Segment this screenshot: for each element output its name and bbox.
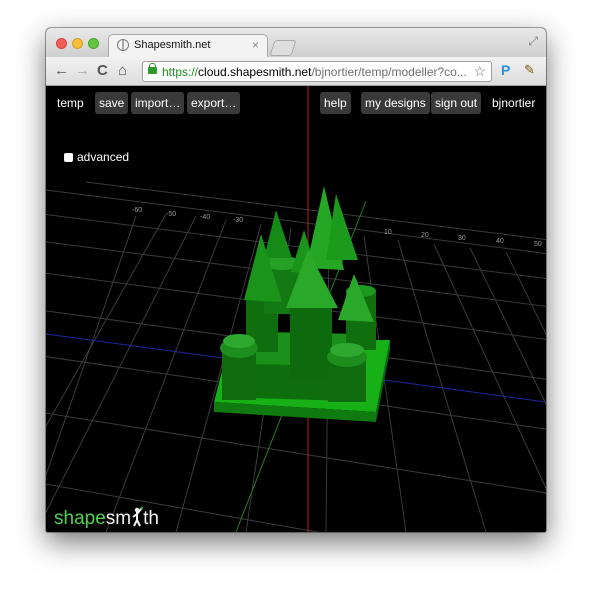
home-icon[interactable]: ⌂ — [118, 62, 127, 79]
lock-icon — [148, 63, 157, 74]
tower-main — [290, 308, 332, 380]
browser-window: Shapesmith.net × ⤢ ← → C ⌂ https://cloud… — [46, 28, 546, 532]
address-bar[interactable]: https://cloud.shapesmith.net/bjnortier/t… — [142, 61, 492, 82]
help-button[interactable]: help — [320, 92, 351, 114]
bookmark-star-icon[interactable]: ☆ — [473, 63, 486, 80]
tick-label: 50 — [534, 241, 542, 248]
zoom-window-button[interactable] — [88, 38, 99, 49]
back-icon[interactable]: ← — [54, 62, 69, 79]
advanced-checkbox[interactable] — [64, 153, 73, 162]
logo-text-sm: sm — [105, 508, 132, 529]
tick-label: -60 — [132, 207, 142, 214]
design-name: temp — [57, 96, 84, 110]
tick-label: -50 — [166, 211, 176, 218]
advanced-label: advanced — [77, 150, 130, 164]
tick-label: 40 — [496, 238, 504, 245]
modeller-viewport[interactable]: -60 -50 -40 -30 10 20 30 40 50 temp save… — [46, 86, 546, 532]
close-window-button[interactable] — [56, 38, 67, 49]
wrench-icon[interactable]: ✎ — [524, 62, 535, 78]
shapesmith-logo: shapesm th — [54, 507, 159, 530]
tab-strip: Shapesmith.net × ⤢ — [46, 28, 546, 57]
logo-text-shape: shape — [54, 508, 106, 529]
tab-title: Shapesmith.net — [134, 39, 211, 51]
url-host: cloud.shapesmith.net — [198, 65, 312, 79]
sign-out-button[interactable]: sign out — [431, 92, 482, 114]
my-designs-button[interactable]: my designs — [361, 92, 430, 114]
url-path: /bjnortier/temp/modeller?co... — [311, 65, 467, 79]
spire — [264, 210, 292, 258]
export-button[interactable]: export… — [187, 92, 241, 114]
tick-label: -30 — [233, 217, 243, 224]
extension-p-icon[interactable]: P — [501, 62, 510, 78]
tick-label: 20 — [421, 232, 429, 239]
url-text: https://cloud.shapesmith.net/bjnortier/t… — [162, 65, 467, 79]
username-label: bjnortier — [492, 96, 536, 110]
save-button[interactable]: save — [95, 92, 129, 114]
url-scheme: https:// — [162, 65, 199, 79]
tick-label: -40 — [200, 214, 210, 221]
globe-icon — [117, 39, 129, 51]
import-button[interactable]: import… — [131, 92, 185, 114]
tick-label: 30 — [458, 235, 466, 242]
advanced-toggle[interactable]: advanced — [64, 150, 129, 164]
browser-tab[interactable]: Shapesmith.net × — [108, 34, 268, 57]
tab-close-icon[interactable]: × — [252, 38, 259, 52]
browser-toolbar: ← → C ⌂ https://cloud.shapesmith.net/bjn… — [46, 57, 546, 86]
new-tab-button[interactable] — [269, 40, 297, 56]
tick-label: 10 — [384, 229, 392, 236]
fullscreen-icon[interactable]: ⤢ — [528, 34, 538, 49]
reload-icon[interactable]: C — [97, 62, 108, 79]
forward-icon[interactable]: → — [75, 62, 90, 79]
smith-figure-icon — [132, 507, 144, 527]
minimize-window-button[interactable] — [72, 38, 83, 49]
logo-text-th: th — [143, 508, 159, 529]
